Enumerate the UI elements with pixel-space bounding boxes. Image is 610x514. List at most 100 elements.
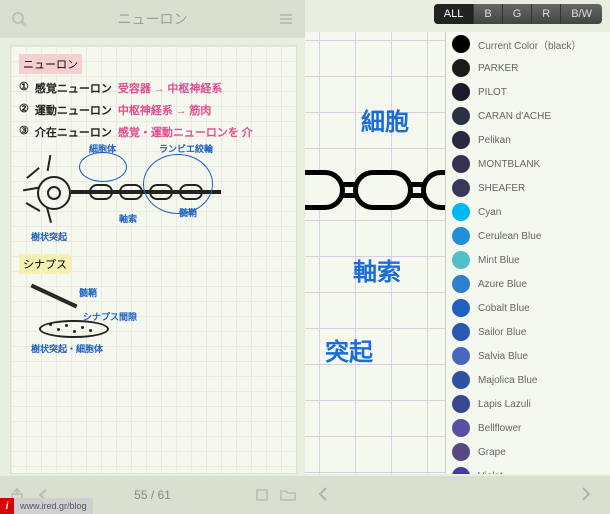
color-swatch — [452, 371, 470, 389]
forward-icon[interactable] — [580, 486, 598, 504]
color-item[interactable]: Mint Blue — [446, 248, 610, 272]
sketch-label: 細胞体 — [89, 142, 116, 155]
color-name: PARKER — [478, 63, 518, 74]
filter-tab-g[interactable]: G — [503, 4, 533, 24]
filter-tab-r[interactable]: R — [532, 4, 561, 24]
color-item[interactable]: Azure Blue — [446, 272, 610, 296]
color-name: Salvia Blue — [478, 351, 528, 362]
color-item[interactable]: PARKER — [446, 56, 610, 80]
color-name: Grape — [478, 447, 506, 458]
note-title: ニューロン — [38, 9, 267, 29]
color-item[interactable]: Cobalt Blue — [446, 296, 610, 320]
color-name: Cobalt Blue — [478, 303, 530, 314]
color-item[interactable]: MONTBLANK — [446, 152, 610, 176]
sketch-label: 樹状突起・細胞体 — [31, 342, 103, 355]
color-swatch — [452, 395, 470, 413]
item-label: 介在ニューロン — [35, 124, 112, 140]
color-item[interactable]: Bellflower — [446, 416, 610, 440]
sketch-label: 樹状突起 — [31, 230, 67, 243]
color-item[interactable]: Lapis Lazuli — [446, 392, 610, 416]
color-swatch — [452, 467, 470, 474]
note-content: ニューロン ① 感覚ニューロン受容器 → 中枢神経系 ② 運動ニューロン中枢神経系 … — [11, 46, 296, 473]
color-swatch — [452, 203, 470, 221]
synapse-sketch: 髄鞘 シナプス間隙 樹状突起・細胞体 — [19, 280, 288, 360]
sketch-label: シナプス間隙 — [83, 310, 137, 323]
color-swatch — [452, 35, 470, 53]
color-item[interactable]: CARAN d'ACHE — [446, 104, 610, 128]
color-name: Lapis Lazuli — [478, 399, 531, 410]
filter-tab-b-w[interactable]: B/W — [561, 4, 602, 24]
item-desc: 中枢神経系 → 筋肉 — [118, 102, 212, 118]
color-swatch — [452, 443, 470, 461]
color-list[interactable]: Current Color（black） PARKER PILOT CARAN d'A… — [445, 32, 610, 474]
color-name: Mint Blue — [478, 255, 520, 266]
section-heading-1: ニューロン — [19, 54, 82, 74]
color-swatch — [452, 347, 470, 365]
color-name: Violet — [478, 471, 503, 475]
filter-tab-all[interactable]: ALL — [434, 4, 475, 24]
sketch-label: 髄鞘 — [79, 286, 97, 299]
color-item[interactable]: Salvia Blue — [446, 344, 610, 368]
zoom-label: 軸索 — [353, 252, 401, 287]
sketch-label: 髄鞘 — [179, 206, 197, 219]
color-swatch — [452, 107, 470, 125]
filter-tab-b[interactable]: B — [474, 4, 502, 24]
color-swatch — [452, 131, 470, 149]
menu-icon[interactable] — [277, 10, 295, 28]
color-swatch — [452, 299, 470, 317]
section-heading-2: シナプス — [19, 254, 71, 274]
item-label: 運動ニューロン — [35, 102, 112, 118]
color-item[interactable]: Cyan — [446, 200, 610, 224]
color-item[interactable]: Violet — [446, 464, 610, 474]
item-num: ① — [19, 80, 29, 96]
color-item[interactable]: Pelikan — [446, 128, 610, 152]
zoom-preview[interactable]: 細胞 軸索 突起 — [305, 32, 445, 474]
watermark-footer: i www.ired.gr/blog — [0, 498, 93, 514]
color-swatch — [452, 59, 470, 77]
color-name: Pelikan — [478, 135, 511, 146]
item-num: ② — [19, 102, 29, 118]
color-name: Azure Blue — [478, 279, 527, 290]
sketch-label: 軸索 — [119, 212, 137, 225]
color-swatch — [452, 275, 470, 293]
color-name: Cyan — [478, 207, 501, 218]
color-item[interactable]: Current Color（black） — [446, 32, 610, 56]
color-item[interactable]: SHEAFER — [446, 176, 610, 200]
back-icon[interactable] — [317, 486, 335, 504]
color-swatch — [452, 419, 470, 437]
color-swatch — [452, 323, 470, 341]
right-bottom-bar — [305, 476, 610, 514]
note-view-pane: ニューロン ニューロン ① 感覚ニューロン受容器 → 中枢神経系 ② 運動ニューロン… — [0, 0, 305, 514]
color-swatch — [452, 179, 470, 197]
left-toolbar: ニューロン — [0, 0, 305, 38]
item-desc: 感覚・運動ニューロンを 介 — [118, 124, 253, 140]
color-name: Cerulean Blue — [478, 231, 541, 242]
color-name: SHEAFER — [478, 183, 525, 194]
color-name: Bellflower — [478, 423, 521, 434]
zoom-label: 突起 — [325, 332, 373, 367]
note-page[interactable]: ニューロン ① 感覚ニューロン受容器 → 中枢神経系 ② 運動ニューロン中枢神経系 … — [10, 45, 297, 474]
watermark-text: www.ired.gr/blog — [14, 501, 93, 511]
color-item[interactable]: Cerulean Blue — [446, 224, 610, 248]
folder-icon[interactable] — [279, 486, 297, 504]
item-label: 感覚ニューロン — [35, 80, 112, 96]
item-num: ③ — [19, 124, 29, 140]
neuron-sketch: 細胞体 ランビエ絞輪 軸索 髄鞘 樹状突起 — [19, 148, 288, 248]
color-swatch — [452, 251, 470, 269]
page-icon[interactable] — [253, 486, 271, 504]
zoom-label: 細胞 — [361, 102, 409, 137]
color-picker-pane: ALLBGRB/W 細胞 軸索 突起 Current Color（black） P… — [305, 0, 610, 514]
item-desc: 受容器 → 中枢神経系 — [118, 80, 223, 96]
search-icon[interactable] — [10, 10, 28, 28]
color-name: Sailor Blue — [478, 327, 526, 338]
watermark-badge: i — [0, 498, 14, 514]
color-name: Majolica Blue — [478, 375, 537, 386]
sketch-label: ランビエ絞輪 — [159, 142, 213, 155]
color-item[interactable]: Sailor Blue — [446, 320, 610, 344]
color-name: CARAN d'ACHE — [478, 111, 551, 122]
color-item[interactable]: PILOT — [446, 80, 610, 104]
color-item[interactable]: Majolica Blue — [446, 368, 610, 392]
color-filter-tabs: ALLBGRB/W — [434, 4, 602, 24]
color-item[interactable]: Grape — [446, 440, 610, 464]
color-name: PILOT — [478, 87, 507, 98]
